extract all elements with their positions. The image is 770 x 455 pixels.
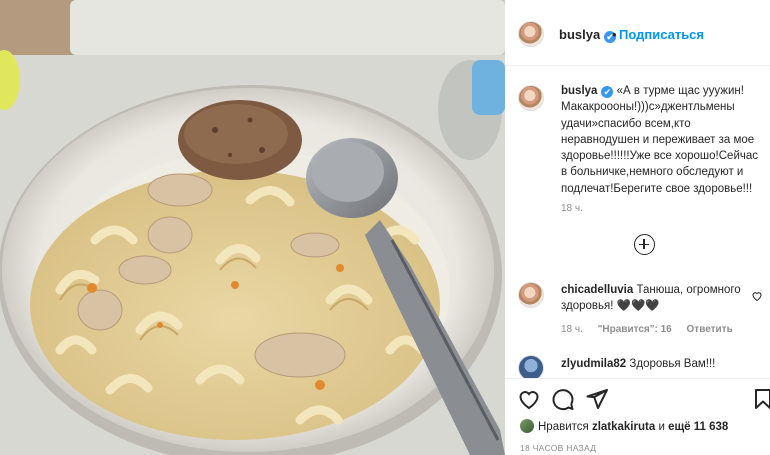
verified-badge-icon: ✔	[601, 86, 614, 98]
comment-username[interactable]: zlyudmila82	[561, 358, 626, 370]
comment-likes[interactable]: "Нравится": 16	[598, 324, 672, 335]
post-timestamp[interactable]: 18 ЧАСОВ НАЗАД	[520, 443, 596, 453]
comment-body: zlyudmila82 Здоровья Вам!!!	[561, 356, 741, 372]
food-photo-illustration	[0, 0, 505, 455]
paper-plane-icon[interactable]	[585, 387, 609, 411]
comment-icon[interactable]	[551, 387, 575, 411]
author-avatar[interactable]	[518, 21, 544, 47]
post-header: buslya ✔ • Подписаться	[505, 0, 770, 66]
likes-count[interactable]: ещё 11 638	[668, 421, 728, 433]
comment-meta: 18 ч. "Нравится": 16 Ответить	[561, 324, 745, 335]
caption-time[interactable]: 18 ч.	[561, 203, 583, 214]
follow-button[interactable]: Подписаться	[619, 27, 704, 42]
caption-username[interactable]: buslya	[561, 85, 597, 97]
caption-author-avatar[interactable]	[518, 85, 544, 111]
comment-text: Здоровья Вам!!!	[629, 358, 716, 370]
plus-circle-icon[interactable]	[634, 234, 655, 255]
commenter-avatar[interactable]	[518, 282, 544, 308]
bookmark-icon[interactable]	[751, 387, 770, 411]
post-side-panel: buslya ✔ • Подписаться buslya ✔ «А в турме…	[505, 0, 770, 455]
comment-body: chicadelluvia Танюша, огромного здоровья…	[561, 282, 741, 315]
comment-username[interactable]: chicadelluvia	[561, 284, 633, 296]
separator-dot: •	[612, 27, 617, 42]
heart-icon[interactable]	[517, 387, 541, 411]
likes-prefix: Нравится	[538, 421, 589, 433]
post-photo[interactable]	[0, 0, 505, 455]
liker-username[interactable]: zlatkakiruta	[592, 421, 655, 433]
heart-icon[interactable]	[751, 290, 763, 302]
comment-reply-button[interactable]: Ответить	[687, 324, 733, 335]
author-username-text[interactable]: buslya	[559, 27, 600, 42]
caption-body: buslya ✔ «А в турме щас ууужин! Макакрооо…	[561, 83, 761, 197]
author-username[interactable]: buslya ✔	[559, 27, 617, 43]
post-actions: Нравится zlatkakiruta и ещё 11 638 18 ЧА…	[505, 378, 770, 455]
likes-summary: Нравится zlatkakiruta и ещё 11 638	[520, 419, 728, 433]
likes-and: и	[658, 421, 665, 433]
liker-avatar[interactable]	[520, 419, 534, 433]
comment-time[interactable]: 18 ч.	[561, 324, 583, 335]
caption-text: «А в турме щас ууужин! Макакроооны!)))с»…	[561, 85, 758, 195]
